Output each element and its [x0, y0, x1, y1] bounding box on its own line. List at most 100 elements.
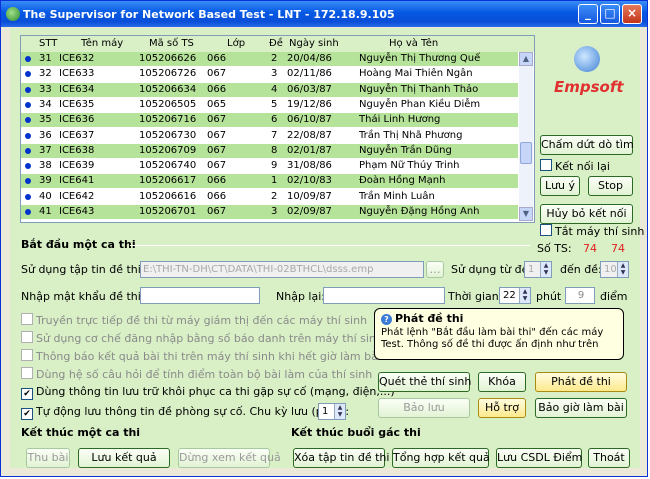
keep-time-button[interactable]: Bảo giờ làm bài [535, 398, 627, 418]
checkbox-box[interactable] [21, 349, 33, 361]
cell-dob: 02/09/87 [287, 206, 332, 217]
table-row[interactable]: 41 ICE643 105206701 067 3 02/09/87 Nguyễn Đặng… [21, 205, 518, 219]
score-input[interactable]: 9 [565, 287, 595, 304]
table-row[interactable]: 36 ICE637 105206730 067 7 22/08/87 Trần Thị Nh… [21, 129, 518, 143]
save-db-button[interactable]: Lưu CSDL Điểm [496, 448, 582, 468]
col-exam[interactable]: Đề [269, 38, 283, 49]
send-exam-tooltip: ? Phát đề thi Phát lệnh "Bắt đầu làm bài … [374, 308, 624, 360]
password-input[interactable] [140, 287, 260, 304]
col-machine[interactable]: Tên máy [81, 38, 123, 49]
reconnect-checkbox[interactable]: Kết nối lại [540, 159, 610, 173]
table-row[interactable]: 33 ICE634 105206634 066 4 06/03/87 Nguyễn Thị … [21, 82, 518, 97]
scroll-up-arrow-icon[interactable]: ▲ [519, 52, 533, 66]
option-restore-session[interactable]: ✔ Dùng thông tin lưu trữ khôi phục ca thi… [21, 385, 395, 400]
scan-card-button[interactable]: Quét thẻ thí sinh [378, 372, 471, 392]
close-button[interactable]: × [622, 4, 642, 24]
cell-name: ICE638 [59, 144, 95, 156]
minimize-button[interactable]: _ [578, 4, 598, 24]
browse-button[interactable]: … [426, 261, 444, 278]
stop-scan-button[interactable]: Chấm dứt dò tìm [540, 135, 634, 155]
table-row[interactable]: 32 ICE633 105206726 067 3 02/11/86 Hoàng Mai T… [21, 67, 518, 81]
spin-arrows-icon[interactable]: ▲ ▼ [519, 288, 530, 303]
candidate-count-2: 74 [611, 242, 625, 255]
status-dot-icon [25, 132, 31, 139]
use-from-label: Sử dụng từ đề: [451, 263, 533, 276]
student-table[interactable]: STT Tên máy Mã số TS Lớp Đề Ngày sinh Họ… [20, 35, 535, 223]
col-class[interactable]: Lớp [227, 38, 245, 49]
spin-arrows-icon[interactable]: ▲ ▼ [617, 262, 628, 277]
option-show-result[interactable]: Thông báo kết quả bài thi trên máy thí s… [21, 349, 381, 363]
from-exam-spinner[interactable]: 1 ▲ ▼ [524, 261, 552, 278]
to-exam-value: 10 [604, 264, 617, 275]
note-button[interactable]: Lưu ý [540, 176, 580, 196]
send-exam-button[interactable]: Phát đề thi [535, 372, 627, 392]
cell-fullname: Nguyễn Thị Thanh Thảo [359, 83, 479, 95]
table-row[interactable]: 34 ICE635 105206505 065 5 19/12/86 Nguyễn Phan… [21, 98, 518, 112]
autosave-cycle-spinner[interactable]: 1 ▲ ▼ [318, 403, 346, 420]
table-row[interactable]: 31 ICE632 105206626 066 2 20/04/86 Nguyễn Thị … [21, 52, 518, 66]
cell-ts: 105206616 [139, 190, 197, 202]
cancel-connection-button[interactable]: Hủy bỏ kết nối [540, 204, 633, 224]
table-row[interactable]: 40 ICE642 105206616 066 2 10/09/87 Trần Minh L… [21, 190, 518, 204]
checkbox-box[interactable] [540, 159, 552, 171]
lock-button[interactable]: Khóa [478, 372, 526, 392]
checkbox-box[interactable]: ✔ [21, 408, 33, 420]
status-dot-icon [25, 163, 31, 170]
spin-arrows-icon[interactable]: ▲ ▼ [540, 262, 551, 277]
main-panel: STT Tên máy Mã số TS Lớp Đề Ngày sinh Họ… [10, 28, 644, 468]
checkbox-box[interactable] [540, 224, 552, 236]
cycle-value: 1 [322, 406, 329, 417]
option-direct-transfer[interactable]: Truyền trực tiếp đề thi từ máy giám thị … [21, 313, 367, 327]
col-stt[interactable]: STT [39, 38, 57, 49]
to-exam-spinner[interactable]: 10 ▲ ▼ [600, 261, 629, 278]
scroll-thumb[interactable] [520, 142, 532, 164]
option-question-weight[interactable]: Dùng hệ số câu hỏi để tính điểm toàn bộ … [21, 367, 372, 381]
table-row[interactable]: 38 ICE639 105206740 067 9 31/08/86 Phạm Nữ Thú… [21, 159, 518, 173]
cell-name: ICE633 [59, 68, 95, 80]
save-result-button[interactable]: Lưu kết quả [78, 448, 170, 468]
support-button[interactable]: Hỗ trợ [478, 398, 526, 418]
option-autosave[interactable]: ✔ Tự động lưu thông tin đề phòng sự cố. C… [21, 405, 349, 420]
checkbox-box[interactable] [21, 313, 33, 325]
cell-de: 4 [271, 83, 278, 95]
cell-stt: 38 [39, 160, 52, 172]
stop-button[interactable]: Stop [588, 176, 633, 196]
maximize-button[interactable]: □ [600, 4, 620, 24]
title-bar[interactable]: The Supervisor for Network Based Test - … [1, 1, 647, 27]
cell-de: 3 [271, 206, 278, 217]
summary-button[interactable]: Tổng hợp kết quả [392, 448, 490, 468]
exam-file-input[interactable]: E:\THI-TN-DH\CT\DATA\THI-02BTHCL\dsss.em… [140, 261, 424, 278]
col-fullname[interactable]: Họ và Tên [389, 38, 438, 49]
delete-exam-file-button[interactable]: Xóa tập tin đề thi [293, 448, 389, 468]
checkbox-box[interactable]: ✔ [21, 388, 33, 400]
table-scrollbar[interactable]: ▲ ▼ [519, 52, 533, 221]
repassword-input[interactable] [323, 287, 445, 304]
checkbox-box[interactable] [21, 367, 33, 379]
collect-button[interactable]: Thu bài [26, 448, 70, 468]
scroll-down-arrow-icon[interactable]: ▼ [519, 207, 533, 221]
status-dot-icon [25, 193, 31, 200]
spin-arrows-icon[interactable]: ▲ ▼ [334, 404, 345, 419]
col-ts[interactable]: Mã số TS [149, 38, 194, 49]
cell-name: ICE635 [59, 98, 95, 110]
exit-button[interactable]: Thoát [588, 448, 630, 468]
time-spinner[interactable]: 22 ▲ ▼ [499, 287, 531, 304]
cell-dob: 02/10/83 [287, 175, 332, 187]
col-dob[interactable]: Ngày sinh [289, 38, 339, 49]
reserve-button[interactable]: Bảo lưu [378, 398, 470, 418]
cell-lop: 066 [207, 83, 227, 95]
checkbox-box[interactable] [21, 331, 33, 343]
table-row[interactable]: 35 ICE636 105206716 067 6 06/10/87 Thái Linh H… [21, 113, 518, 128]
cell-name: ICE636 [59, 114, 95, 126]
tooltip-title-text: Phát đề thi [395, 312, 464, 325]
option-label: Dùng thông tin lưu trữ khôi phục ca thi … [36, 385, 395, 398]
app-icon [6, 7, 20, 21]
option-login-sbd[interactable]: Sử dụng cơ chế đăng nhập bằng số báo dan… [21, 331, 383, 345]
cell-fullname: Thái Linh Hương [359, 114, 441, 126]
table-row[interactable]: 39 ICE641 105206617 066 1 02/10/83 Đoàn Hồng M… [21, 174, 518, 189]
view-result-button[interactable]: Dừng xem kết quả [178, 448, 281, 468]
candidate-count-1: 74 [583, 242, 597, 255]
shutdown-checkbox[interactable]: Tắt máy thí sinh [540, 224, 644, 238]
option-label: Sử dụng cơ chế đăng nhập bằng số báo dan… [36, 332, 383, 345]
table-row[interactable]: 37 ICE638 105206709 067 8 02/01/87 Nguyễn Trần… [21, 143, 518, 158]
